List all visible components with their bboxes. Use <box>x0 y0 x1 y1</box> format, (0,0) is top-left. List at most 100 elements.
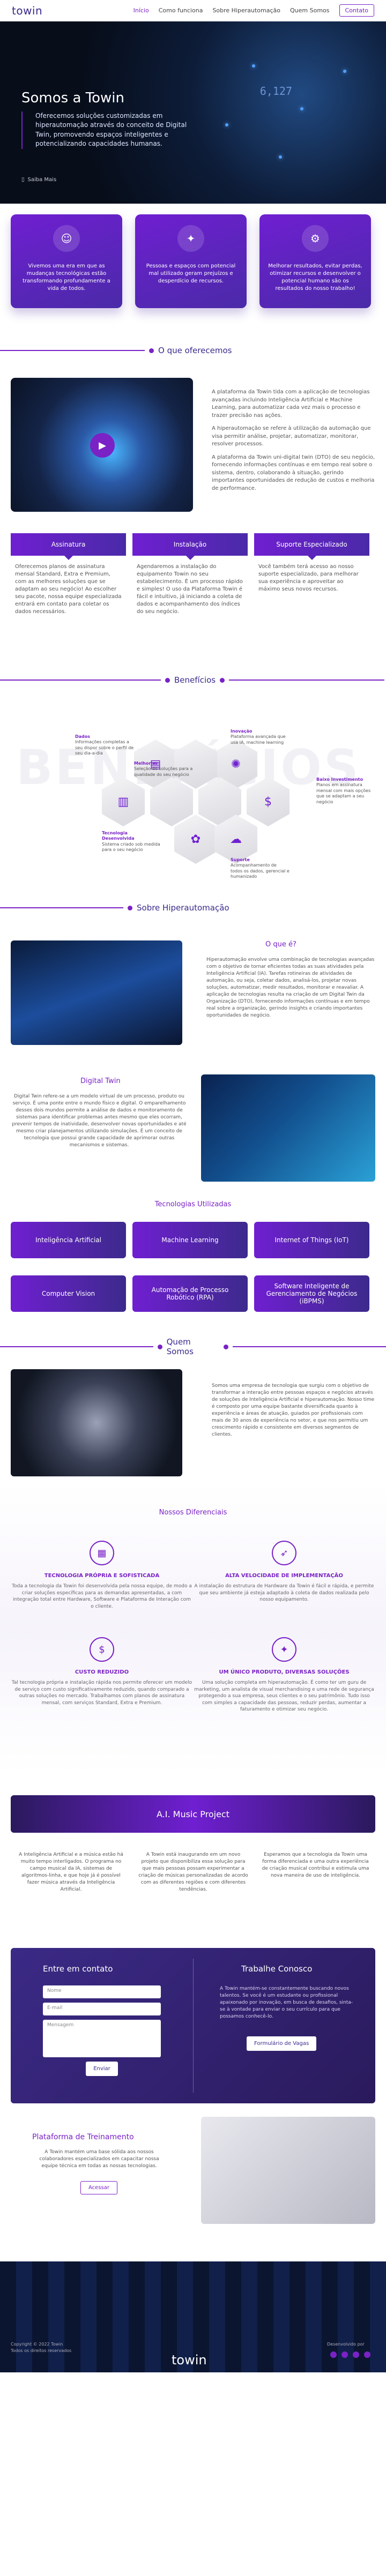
scroll-label: Saiba Mais <box>27 177 57 183</box>
diff-item-title: UM ÚNICO PRODUTO, DIVERSAS SOLUÇÕES <box>219 1669 350 1675</box>
service-tabs: Assinatura Oferecemos planos de assinatu… <box>11 533 369 623</box>
benefit-label: Melhorias Seleção de soluções para a qual… <box>134 761 193 777</box>
main-menu: Início Como funciona Sobre Hiperautomaçã… <box>133 4 374 17</box>
brain-icon: ✿ <box>174 815 217 864</box>
diff-item: $ CUSTO REDUZIDO Tal tecnologia própria … <box>11 1637 193 1706</box>
tech-pill: Inteligência Artificial <box>11 1222 126 1258</box>
nav-item-como-funciona[interactable]: Como funciona <box>159 7 203 14</box>
network-icon: ✦ <box>272 1637 296 1662</box>
divider <box>0 680 161 681</box>
digital-twin-text: Digital Twin refere-se a um modelo virtu… <box>12 1094 187 1148</box>
nav-item-hiperautomacao[interactable]: Sobre Hiperautomação <box>212 7 280 14</box>
what-is-title: O que é? <box>265 940 296 949</box>
tab-text: Você também terá acesso ao nosso suporte… <box>258 564 359 592</box>
diff-item-text: A instalação do estrutura de Hardware da… <box>194 1584 374 1603</box>
tech-pill: Software Inteligente de Gerenciamento de… <box>254 1275 369 1312</box>
network-node <box>343 70 346 73</box>
rocket-icon: ➶ <box>272 1541 296 1565</box>
nav-item-quem-somos[interactable]: Quem Somos <box>290 7 330 14</box>
about-text: Somos uma empresa de tecnologia que surg… <box>212 1383 375 1438</box>
tech-pill: Internet of Things (IoT) <box>254 1222 369 1258</box>
network-icon: ✦ <box>177 225 204 252</box>
nav-item-inicio[interactable]: Início <box>133 7 149 14</box>
network-node <box>300 107 303 110</box>
intro-card-text: Pessoas e espaços com potencial mal util… <box>146 263 236 284</box>
hero-text: Oferecemos soluções customizadas em hipe… <box>35 112 187 148</box>
benefit-label: Inovação Plataforma avançada que usa IA, … <box>231 729 286 745</box>
tab-text: Oferecemos planos de assinatura mensal S… <box>15 564 122 615</box>
scroll-more[interactable]: ▯ Saiba Mais <box>21 177 56 183</box>
divider-dot <box>128 905 132 910</box>
tab-assinatura[interactable]: Assinatura <box>11 533 126 560</box>
section-title-text: O que oferecemos <box>158 346 232 355</box>
contact-section: Entre em contato Nome E-mail Mensagem En… <box>11 1948 375 2103</box>
message-field[interactable]: Mensagem <box>43 2020 161 2057</box>
tech-pill: Computer Vision <box>11 1275 126 1312</box>
contact-divider <box>193 1959 194 2093</box>
logo[interactable]: towin <box>12 4 42 17</box>
diff-item: ➶ ALTA VELOCIDADE DE IMPLEMENTAÇÃO A ins… <box>193 1541 375 1603</box>
diff-item-text: Tal tecnologia própria e instalação rápi… <box>11 1680 192 1706</box>
section-title-text: Sobre Hiperautomação <box>137 903 229 913</box>
training-title: Plataforma de Treinamento <box>32 2133 134 2141</box>
section-title-benefits: Benefícios <box>0 675 385 685</box>
divider <box>0 907 123 908</box>
music-col: Esperamos que a tecnologia da Towin uma … <box>262 1852 369 1879</box>
facebook-icon[interactable] <box>330 2351 337 2358</box>
jobs-form-button[interactable]: Formulário de Vagas <box>247 2036 317 2051</box>
service-tab: Suporte Especializado Você também terá a… <box>254 533 369 623</box>
hero-number: 6,127 <box>259 85 292 98</box>
chip-icon: ▦ <box>90 1541 114 1565</box>
section-title-offer: O que oferecemos <box>0 346 232 355</box>
contact-form: Nome E-mail Mensagem Enviar <box>43 1985 161 2076</box>
brain-image <box>11 1369 182 1476</box>
music-banner: A.I. Music Project <box>11 1795 375 1833</box>
divider-dot <box>157 1344 162 1349</box>
tab-instalacao[interactable]: Instalação <box>132 533 248 560</box>
send-button[interactable]: Enviar <box>86 2062 118 2076</box>
benefit-label: Baixo Investimento Planos em assinatura m… <box>316 777 371 804</box>
contact-button[interactable]: Contato <box>339 4 374 17</box>
hero: 6,127 Somos a Towin Oferecemos soluções … <box>0 21 386 204</box>
benefits-hexagons: BENEFÍCIOS ▤ ✺ ▥ $ ✿ ☁ DadosInformações … <box>0 729 386 900</box>
contact-title: Entre em contato <box>43 1964 113 1974</box>
divider-dot <box>165 677 170 683</box>
diff-item-title: CUSTO REDUZIDO <box>75 1669 129 1675</box>
tech-pill: Machine Learning <box>132 1222 248 1258</box>
diff-item: ▦ TECNOLOGIA PRÓPRIA E SOFISTICADA Toda … <box>11 1541 193 1610</box>
play-icon[interactable]: ▶ <box>90 433 115 458</box>
training-text: A Towin mantém uma base sólida aos nosso… <box>39 2149 159 2169</box>
footer-logo[interactable]: towin <box>172 2353 207 2368</box>
footer: Copyright © 2022 Towin Todos os direitos… <box>0 2261 386 2372</box>
diff-title: Nossos Diferenciais <box>159 1509 227 1517</box>
benefit-label: Tecnologia Desenvolvida Sistema criado so… <box>102 831 160 853</box>
video-player[interactable]: ▶ <box>11 378 193 512</box>
youtube-icon[interactable] <box>364 2351 371 2358</box>
linkedin-icon[interactable] <box>353 2351 360 2358</box>
work-text: A Towin mantém-se constantemente buscand… <box>220 1986 353 2020</box>
name-field[interactable]: Nome <box>43 1985 161 1998</box>
training-access-button[interactable]: Acessar <box>80 2181 117 2194</box>
divider <box>233 1346 386 1347</box>
diff-item: ✦ UM ÚNICO PRODUTO, DIVERSAS SOLUÇÕES Um… <box>193 1637 375 1713</box>
divider <box>229 680 385 681</box>
page: towin Início Como funciona Sobre Hiperau… <box>0 0 386 2576</box>
benefit-label: Dados Informações completas a seu dispor … <box>75 734 134 756</box>
tab-text: Agendaremos a instalação do equipamento … <box>137 564 243 615</box>
section-title-hyper: Sobre Hiperautomação <box>0 903 229 913</box>
tab-suporte[interactable]: Suporte Especializado <box>254 533 369 560</box>
music-col: A Inteligência Artificial e a música est… <box>19 1852 123 1893</box>
offer-text: A plataforma da Towin tida com a aplicaç… <box>212 389 375 492</box>
tech-row: Inteligência Artificial Machine Learning… <box>11 1222 369 1258</box>
made-by: Desenvolvido por <box>327 2342 365 2347</box>
network-node <box>225 123 228 126</box>
work-title: Trabalhe Conosco <box>241 1964 313 1974</box>
diff-item-title: ALTA VELOCIDADE DE IMPLEMENTAÇÃO <box>225 1573 343 1579</box>
navbar: towin Início Como funciona Sobre Hiperau… <box>0 0 386 21</box>
intro-card: ⚙ Melhorar resultados, evitar perdas, ot… <box>259 214 371 308</box>
service-tab: Instalação Agendaremos a instalação do e… <box>132 533 248 623</box>
offer-paragraph: A plataforma da Towin tida com a aplicaç… <box>212 389 370 419</box>
diff-item-title: TECNOLOGIA PRÓPRIA E SOFISTICADA <box>44 1573 160 1579</box>
email-field[interactable]: E-mail <box>43 2003 161 2015</box>
instagram-icon[interactable] <box>342 2351 348 2358</box>
